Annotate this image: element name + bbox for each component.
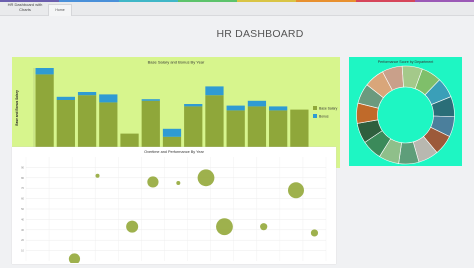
bar-base-salary xyxy=(120,133,139,148)
bar-base-salary xyxy=(290,109,309,148)
legend-label: Base Salary xyxy=(319,107,338,111)
bar-bonus xyxy=(269,106,288,111)
performance-donut-panel: Performance Score by Department xyxy=(349,57,462,166)
bar-base-salary xyxy=(184,106,203,148)
y-tick-label: 50 xyxy=(21,207,24,211)
bar-base-salary xyxy=(205,95,224,148)
y-tick-label: 40 xyxy=(21,217,24,221)
performance-donut-chart: Performance Score by Department xyxy=(356,60,455,165)
bubble-point xyxy=(126,220,139,233)
bar-base-salary xyxy=(141,100,160,148)
bubble-point xyxy=(197,169,215,187)
chart-title: Base Salary and Bonus By Year xyxy=(148,60,205,65)
bar-bonus xyxy=(99,94,118,103)
bar-bonus xyxy=(56,96,75,100)
bubble-point xyxy=(176,181,181,185)
y-axis-label: Base and Bonus Salary xyxy=(15,90,19,126)
overtime-bubble-panel: Overtime and Performance By Year 90 80 70 60… xyxy=(12,147,336,265)
chart-title: Overtime and Performance By Year xyxy=(144,150,204,154)
y-tick-label: 70 xyxy=(21,186,24,190)
chart-title: Performance Score by Department xyxy=(378,60,434,64)
y-tick-label: 80 xyxy=(21,176,24,180)
bar-bonus xyxy=(77,92,97,96)
bar-base-salary xyxy=(247,106,267,148)
bubble-point xyxy=(68,253,81,265)
navbar: HR Dashboard with Charts Home xyxy=(0,2,474,16)
bubble-point xyxy=(95,173,100,178)
y-tick-label: 20 xyxy=(21,238,24,242)
bar-bonus xyxy=(184,104,203,107)
tab-home[interactable]: Home xyxy=(48,4,72,16)
y-tick-label: 10 xyxy=(21,249,24,253)
brand-title[interactable]: HR Dashboard with Charts xyxy=(4,2,46,15)
bar-bonus xyxy=(35,68,54,75)
overtime-bubble-chart: Overtime and Performance By Year 90 80 70 60… xyxy=(21,150,327,265)
legend-swatch xyxy=(313,114,317,118)
bar-bonus xyxy=(141,99,160,101)
bar-base-salary xyxy=(77,95,97,148)
bar-base-salary xyxy=(99,102,118,148)
y-tick-label: 60 xyxy=(21,197,24,201)
bubble-point xyxy=(260,223,268,231)
legend-label: Bonus xyxy=(319,115,329,119)
bar-base-salary xyxy=(35,74,54,148)
legend-swatch xyxy=(313,106,317,110)
y-tick-label: 30 xyxy=(21,228,24,232)
page-title: HR DASHBOARD xyxy=(216,28,304,40)
bubble-point xyxy=(147,176,159,188)
bar-bonus xyxy=(205,86,224,96)
bubble-point xyxy=(288,182,304,199)
bubble-point xyxy=(310,229,319,237)
bar-base-salary xyxy=(269,110,288,148)
bar-bonus xyxy=(226,105,245,111)
y-tick-label: 90 xyxy=(21,165,24,169)
bar-bonus xyxy=(247,100,267,107)
bubble-point xyxy=(216,218,233,236)
bar-base-salary xyxy=(226,110,245,148)
bar-base-salary xyxy=(56,100,75,148)
bar-bonus xyxy=(162,128,182,137)
